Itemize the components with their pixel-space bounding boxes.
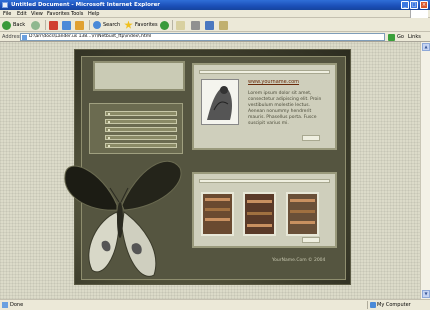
mail-icon — [176, 20, 185, 30]
forward-arrow-icon — [31, 20, 40, 30]
search-button[interactable]: Search — [93, 20, 120, 30]
stop-button[interactable] — [49, 20, 58, 30]
menu-tools[interactable]: Tools — [71, 11, 83, 17]
news-panel-header — [199, 70, 330, 74]
history-icon — [160, 20, 169, 30]
menu-file[interactable]: File — [3, 11, 11, 17]
site-nav-item[interactable] — [105, 135, 177, 140]
title-bar: Untitled Document - Microsoft Internet E… — [0, 0, 430, 10]
site-nav-panel — [89, 103, 183, 154]
toolbar-separator — [89, 20, 90, 30]
windows-logo-icon — [410, 10, 428, 18]
address-input[interactable]: D:\arr\docs\Lander.us 138...\rr\Netbuilt… — [20, 33, 385, 41]
scroll-up-icon[interactable]: ▲ — [422, 43, 430, 51]
computer-icon — [370, 302, 376, 308]
address-label: Address — [2, 34, 22, 40]
menu-favorites[interactable]: Favorites — [47, 11, 70, 17]
news-panel: www.yourname.com Lorem ipsum dolor sit a… — [192, 63, 337, 150]
toolbar-separator — [45, 20, 46, 30]
gallery-thumbnail[interactable] — [286, 192, 319, 236]
ie-icon — [2, 2, 8, 8]
back-button[interactable]: Back — [2, 20, 25, 30]
minimize-button[interactable]: _ — [401, 1, 409, 9]
toolbar-separator — [172, 20, 173, 30]
gallery-panel — [192, 172, 337, 248]
status-bar: Done My Computer — [0, 299, 430, 310]
zone-label: My Computer — [377, 302, 411, 308]
status-text: Done — [10, 302, 24, 308]
favorites-button[interactable]: Favorites — [124, 20, 158, 30]
print-button[interactable] — [191, 20, 200, 30]
menu-bar: File Edit View Favorites Tools Help — [0, 10, 430, 18]
address-bar: Address D:\arr\docs\Lander.us 138...\rr\… — [0, 32, 430, 42]
security-zone: My Computer — [367, 301, 411, 309]
news-more-button[interactable] — [302, 135, 320, 141]
history-button[interactable] — [160, 20, 169, 30]
go-button[interactable]: Go — [388, 33, 404, 41]
links-button[interactable]: Links — [408, 34, 421, 40]
search-icon — [93, 21, 101, 29]
page-icon — [22, 35, 27, 40]
gallery-panel-header — [199, 179, 330, 183]
address-url: D:\arr\docs\Lander.us 138...\rr\Netbuilt… — [29, 34, 152, 39]
gallery-thumbnail[interactable] — [201, 192, 234, 236]
home-icon — [75, 20, 84, 30]
window-title: Untitled Document - Microsoft Internet E… — [11, 2, 161, 8]
edit-icon — [205, 20, 214, 30]
edit-button[interactable] — [205, 20, 214, 30]
news-body-text: Lorem ipsum dolor sit amet, consectetur … — [248, 91, 322, 126]
favorites-label: Favorites — [135, 22, 158, 28]
refresh-button[interactable] — [62, 20, 71, 30]
menu-view[interactable]: View — [31, 11, 43, 17]
print-icon — [191, 20, 200, 30]
butterfly-image — [64, 160, 182, 277]
go-arrow-icon — [388, 33, 395, 41]
refresh-icon — [62, 20, 71, 30]
stop-icon — [49, 20, 58, 30]
close-button[interactable]: × — [420, 1, 428, 9]
back-arrow-icon — [2, 20, 11, 30]
gallery-thumbnail[interactable] — [243, 192, 276, 236]
mail-button[interactable] — [176, 20, 185, 30]
discuss-icon — [219, 20, 228, 30]
site-nav-item[interactable] — [105, 127, 177, 132]
back-label: Back — [13, 22, 26, 28]
search-label: Search — [103, 22, 121, 28]
forward-button[interactable] — [31, 20, 40, 30]
discuss-button[interactable] — [219, 20, 228, 30]
scroll-down-icon[interactable]: ▼ — [422, 290, 430, 298]
gallery-more-button[interactable] — [302, 237, 320, 243]
menu-edit[interactable]: Edit — [17, 11, 27, 17]
go-label: Go — [397, 34, 404, 40]
home-button[interactable] — [75, 20, 84, 30]
site-nav-item[interactable] — [105, 119, 177, 124]
favorites-star-icon — [124, 20, 133, 29]
menu-help[interactable]: Help — [88, 11, 99, 17]
site-nav-item[interactable] — [105, 111, 177, 116]
maximize-button[interactable]: □ — [410, 1, 418, 9]
page-done-icon — [2, 302, 8, 308]
site-logo-area — [93, 61, 185, 91]
site-copyright: YourName.Com © 2004 — [272, 258, 326, 263]
site-nav-item[interactable] — [105, 143, 177, 148]
news-image — [201, 79, 239, 125]
toolbar: Back Search Favorites — [0, 18, 430, 32]
site-link[interactable]: www.yourname.com — [248, 79, 299, 85]
vertical-scrollbar[interactable]: ▲ ▼ — [420, 42, 430, 299]
